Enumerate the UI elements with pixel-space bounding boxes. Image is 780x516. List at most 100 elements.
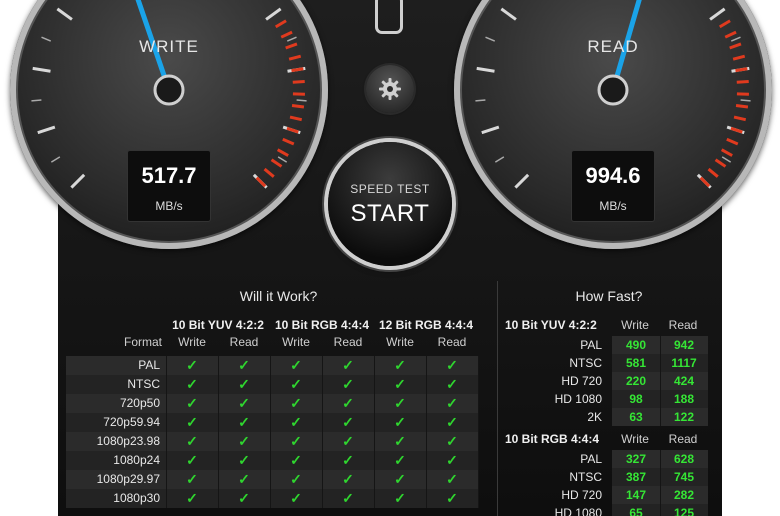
redline-mark: [276, 148, 289, 157]
format-label: 720p50: [119, 396, 160, 410]
start-button-label: START: [350, 200, 430, 227]
write-fps-value: 490: [625, 338, 647, 352]
write-fps-value: 65: [629, 506, 643, 516]
start-speed-test-button[interactable]: SPEED TEST START: [328, 142, 452, 266]
redline-mark: [735, 67, 748, 73]
check-icon: ✓: [186, 395, 198, 411]
check-icon: ✓: [238, 452, 250, 468]
read-fps-value: 1117: [671, 356, 697, 370]
section-divider: [497, 281, 498, 516]
write-fps-value: 98: [629, 392, 643, 406]
will-it-work-title: Will it Work?: [239, 288, 318, 304]
gauge-tick: [500, 7, 517, 21]
check-icon: ✓: [446, 452, 458, 468]
check-icon: ✓: [394, 357, 406, 373]
redline-mark: [255, 176, 267, 188]
check-icon: ✓: [238, 395, 250, 411]
needle-hub: [153, 74, 185, 106]
wiw-subheader: Write: [282, 335, 310, 349]
wiw-subheader: Write: [178, 335, 206, 349]
redline-mark: [726, 137, 739, 146]
format-label: 1080p30: [113, 491, 160, 505]
redline-mark: [274, 19, 287, 29]
check-icon: ✓: [290, 414, 302, 430]
check-icon: ✓: [290, 452, 302, 468]
speed-test-window: WRITE 517.7 MB/s READ 994.6 MB/s SPEED T…: [0, 0, 780, 516]
check-icon: ✓: [446, 433, 458, 449]
resolution-label: HD 1080: [554, 506, 602, 516]
check-icon: ✓: [238, 357, 250, 373]
read-speed-unit: MB/s: [599, 199, 627, 213]
check-icon: ✓: [290, 395, 302, 411]
check-icon: ✓: [342, 376, 354, 392]
gauge-tick: [476, 66, 495, 73]
check-icon: ✓: [446, 471, 458, 487]
gear-icon: [379, 78, 401, 100]
hf-read-header: Read: [668, 318, 698, 332]
write-fps-value: 581: [625, 356, 647, 370]
check-icon: ✓: [290, 433, 302, 449]
check-icon: ✓: [394, 414, 406, 430]
read-fps-value: 942: [673, 338, 695, 352]
read-fps-value: 282: [673, 488, 695, 502]
write-speed-unit: MB/s: [155, 199, 183, 213]
grid-divider: [374, 356, 375, 508]
wiw-group-header: 10 Bit RGB 4:4:4: [274, 318, 370, 332]
write-readout: 517.7 MB/s: [127, 150, 211, 222]
read-fps-value: 628: [673, 452, 695, 466]
redline-mark: [699, 176, 711, 188]
gauge-minor-tick: [31, 99, 42, 102]
read-fps-value: 188: [673, 392, 695, 406]
settings-button[interactable]: [366, 65, 414, 113]
check-icon: ✓: [394, 376, 406, 392]
grid-divider: [478, 356, 479, 508]
redline-mark: [733, 115, 747, 122]
write-gauge-title: WRITE: [139, 37, 199, 56]
gauge-tick: [265, 7, 282, 21]
wiw-group-header: 12 Bit RGB 4:4:4: [378, 318, 474, 332]
grid-divider: [426, 356, 427, 508]
gauge-tick: [514, 173, 530, 189]
gauge-tick: [70, 173, 86, 189]
format-label: NTSC: [127, 377, 160, 391]
redline-mark: [289, 115, 303, 122]
resolution-label: PAL: [580, 452, 602, 466]
wiw-subheader: Write: [386, 335, 414, 349]
write-speed-value: 517.7: [141, 163, 197, 188]
check-icon: ✓: [186, 471, 198, 487]
grid-divider: [322, 356, 323, 508]
check-icon: ✓: [394, 395, 406, 411]
hf-group-header: 10 Bit YUV 4:2:2: [505, 318, 597, 332]
check-icon: ✓: [238, 490, 250, 506]
hf-write-header: Write: [621, 318, 649, 332]
grid-divider: [660, 450, 661, 516]
redline-mark: [707, 167, 719, 178]
check-icon: ✓: [290, 376, 302, 392]
write-gauge: WRITE 517.7 MB/s: [10, 0, 328, 249]
check-icon: ✓: [446, 376, 458, 392]
gauge-tick: [32, 66, 51, 73]
check-icon: ✓: [186, 414, 198, 430]
write-fps-value: 63: [629, 410, 643, 424]
redline-mark: [730, 126, 743, 134]
redline-mark: [736, 79, 749, 84]
format-label: 1080p24: [113, 453, 160, 467]
grid-divider: [270, 356, 271, 508]
check-icon: ✓: [342, 357, 354, 373]
gauge-tick: [56, 7, 73, 21]
start-button-sublabel: SPEED TEST: [350, 182, 430, 196]
check-icon: ✓: [238, 376, 250, 392]
check-icon: ✓: [342, 414, 354, 430]
read-gauge: READ 994.6 MB/s: [454, 0, 772, 249]
redline-mark: [291, 104, 305, 109]
gauge-minor-tick: [50, 156, 61, 163]
read-readout: 994.6 MB/s: [571, 150, 655, 222]
read-gauge-title: READ: [587, 37, 639, 56]
gauge-tick: [709, 7, 726, 21]
read-fps-value: 122: [673, 410, 695, 424]
hf-group-header: 10 Bit RGB 4:4:4: [505, 432, 600, 446]
gauge-minor-tick: [721, 156, 732, 163]
check-icon: ✓: [394, 471, 406, 487]
wiw-group-header: 10 Bit YUV 4:2:2: [172, 318, 264, 332]
redline-mark: [714, 158, 727, 168]
